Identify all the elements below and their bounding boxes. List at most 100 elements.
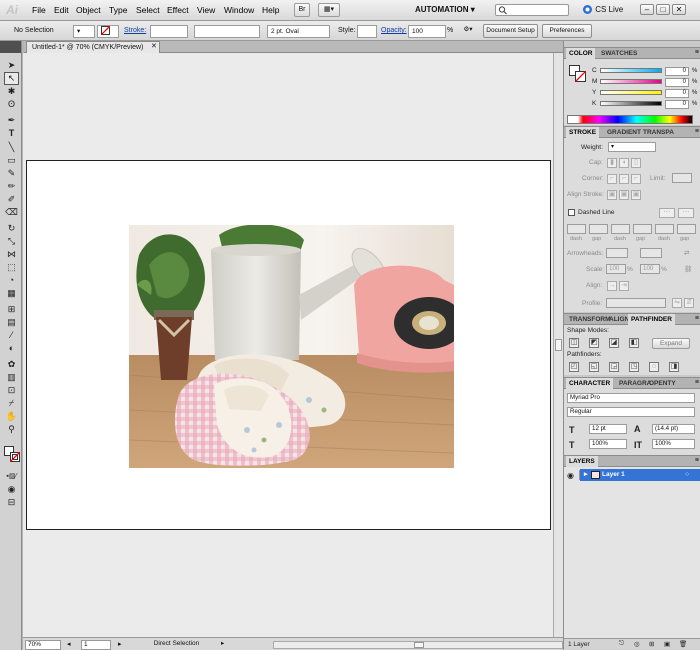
- graphic-style-swatch[interactable]: [357, 25, 377, 38]
- align-center-icon[interactable]: ▣: [607, 190, 617, 200]
- opacity-field[interactable]: 100: [408, 25, 446, 38]
- blend-tool-icon[interactable]: ◐: [5, 343, 18, 354]
- dash-input[interactable]: [567, 224, 586, 234]
- channel-slider[interactable]: [600, 90, 662, 95]
- stroke-link[interactable]: Stroke:: [124, 27, 146, 34]
- font-style-dropdown[interactable]: Regular: [567, 407, 695, 417]
- blob-brush-tool-icon[interactable]: ✐: [5, 194, 18, 205]
- cs-live-button[interactable]: CS Live: [582, 3, 623, 17]
- panel-menu-icon[interactable]: ≡: [695, 456, 699, 466]
- canvas-area[interactable]: [23, 53, 563, 637]
- arrow-align-end-icon[interactable]: ⇥: [619, 281, 629, 291]
- opacity-link[interactable]: Opacity:: [381, 27, 407, 34]
- expand-triangle-icon[interactable]: ▸: [584, 469, 588, 481]
- leading-input[interactable]: (14.4 pt): [652, 424, 695, 434]
- menu-file[interactable]: File: [32, 5, 46, 15]
- channel-value-input[interactable]: 0: [665, 67, 689, 76]
- bridge-button[interactable]: Br: [294, 3, 310, 17]
- font-family-dropdown[interactable]: Myriad Pro: [567, 393, 695, 403]
- zoom-level-dropdown[interactable]: 70%: [25, 640, 61, 650]
- paintbrush-tool-icon[interactable]: ✎: [5, 168, 18, 179]
- drawing-modes-icon[interactable]: ◉: [5, 484, 18, 495]
- start-scale-input[interactable]: 100: [606, 264, 626, 274]
- channel-slider[interactable]: [600, 101, 662, 106]
- gradient-tool-icon[interactable]: ▤: [5, 317, 18, 328]
- menu-object[interactable]: Object: [76, 5, 101, 15]
- miter-join-icon[interactable]: ⌐: [607, 174, 617, 184]
- minus-front-icon[interactable]: ◩: [589, 338, 599, 348]
- artboard-navigation-dropdown[interactable]: 1: [81, 640, 111, 650]
- menu-help[interactable]: Help: [262, 5, 279, 15]
- placed-photo[interactable]: [129, 225, 454, 468]
- align-outside-icon[interactable]: ▣: [631, 190, 641, 200]
- font-size-input[interactable]: 12 pt: [589, 424, 627, 434]
- fill-swatch[interactable]: ▾: [73, 25, 95, 38]
- minus-back-icon[interactable]: ◨: [669, 362, 679, 372]
- current-tool-status[interactable]: Direct Selection ▸: [133, 640, 243, 650]
- miter-limit-input[interactable]: [672, 173, 692, 183]
- magic-wand-tool-icon[interactable]: ✱: [5, 86, 18, 97]
- stroke-weight-input[interactable]: ▾: [608, 142, 656, 152]
- close-tab-icon[interactable]: ✕: [151, 43, 159, 51]
- arrange-documents-button[interactable]: ▦▾: [318, 3, 340, 17]
- column-graph-tool-icon[interactable]: ▥: [5, 372, 18, 383]
- width-tool-icon[interactable]: ⋈: [5, 249, 18, 260]
- projecting-cap-icon[interactable]: ▯: [631, 158, 641, 168]
- document-setup-button[interactable]: Document Setup: [483, 24, 538, 38]
- menu-type[interactable]: Type: [109, 5, 127, 15]
- rotate-tool-icon[interactable]: ↻: [5, 223, 18, 234]
- slice-tool-icon[interactable]: ⌿: [5, 398, 18, 409]
- trim-icon[interactable]: ◱: [589, 362, 599, 372]
- locate-object-icon[interactable]: ⎋: [619, 640, 624, 648]
- arrow-align-tip-icon[interactable]: →: [607, 281, 617, 291]
- round-join-icon[interactable]: ⌐: [619, 174, 629, 184]
- stroke-none-icon[interactable]: [10, 452, 20, 462]
- selection-tool-icon[interactable]: ➤: [5, 60, 18, 71]
- panel-menu-icon[interactable]: ≡: [695, 314, 699, 324]
- screen-mode-icon[interactable]: ⊟: [5, 497, 18, 508]
- clipping-mask-icon[interactable]: ◎: [634, 640, 640, 648]
- fill-stroke-indicator[interactable]: [569, 65, 587, 83]
- tab-gradient[interactable]: GRADIENT: [604, 127, 644, 138]
- menu-view[interactable]: View: [197, 5, 215, 15]
- outline-icon[interactable]: ◌: [649, 362, 659, 372]
- channel-value-input[interactable]: 0: [665, 100, 689, 109]
- pencil-tool-icon[interactable]: ✏: [5, 181, 18, 192]
- menu-effect[interactable]: Effect: [167, 5, 189, 15]
- hand-tool-icon[interactable]: ✋: [5, 411, 18, 422]
- tab-opentype[interactable]: OPENTY: [646, 378, 679, 389]
- vertical-scroll-thumb[interactable]: [555, 339, 562, 351]
- mesh-tool-icon[interactable]: ⊞: [5, 304, 18, 315]
- new-sublayer-icon[interactable]: ⊞: [649, 640, 654, 648]
- help-search-input[interactable]: [495, 4, 569, 16]
- pen-tool-icon[interactable]: ✒: [5, 115, 18, 126]
- direct-selection-tool-icon[interactable]: ↖: [4, 72, 19, 85]
- artboard-tool-icon[interactable]: ⊡: [5, 385, 18, 396]
- tab-character[interactable]: CHARACTER: [566, 378, 614, 389]
- tab-swatches[interactable]: SWATCHES: [598, 48, 640, 59]
- horizontal-scroll-thumb[interactable]: [414, 642, 424, 648]
- gap-input[interactable]: [633, 224, 652, 234]
- gap-input[interactable]: [589, 224, 608, 234]
- dash-preserve-icon[interactable]: ⋯: [659, 208, 675, 218]
- type-tool-icon[interactable]: T: [5, 128, 18, 139]
- layer-row[interactable]: ▸ Layer 1 ○: [580, 469, 700, 481]
- link-scale-icon[interactable]: ⛓: [684, 265, 692, 273]
- target-circle-icon[interactable]: ○: [685, 469, 689, 481]
- new-layer-icon[interactable]: ▣: [664, 640, 670, 648]
- maximize-button[interactable]: □: [656, 4, 670, 15]
- stroke-weight-field[interactable]: [150, 25, 188, 38]
- divide-icon[interactable]: ◰: [569, 362, 579, 372]
- menu-edit[interactable]: Edit: [54, 5, 69, 15]
- workspace-switcher[interactable]: AUTOMATION ▾: [415, 3, 487, 17]
- visibility-eye-icon[interactable]: ◉: [567, 471, 574, 480]
- artboard[interactable]: [26, 160, 551, 530]
- color-none-icons[interactable]: ▪▨⁄: [5, 471, 18, 482]
- start-arrowhead-dropdown[interactable]: [606, 248, 628, 258]
- free-transform-tool-icon[interactable]: ⬚: [5, 262, 18, 273]
- tab-color[interactable]: COLOR: [566, 48, 596, 59]
- tab-stroke[interactable]: STROKE: [566, 127, 600, 138]
- lasso-tool-icon[interactable]: ʘ: [5, 99, 18, 110]
- perspective-grid-tool-icon[interactable]: ▦: [5, 288, 18, 299]
- first-artboard-icon[interactable]: ◂: [67, 640, 71, 648]
